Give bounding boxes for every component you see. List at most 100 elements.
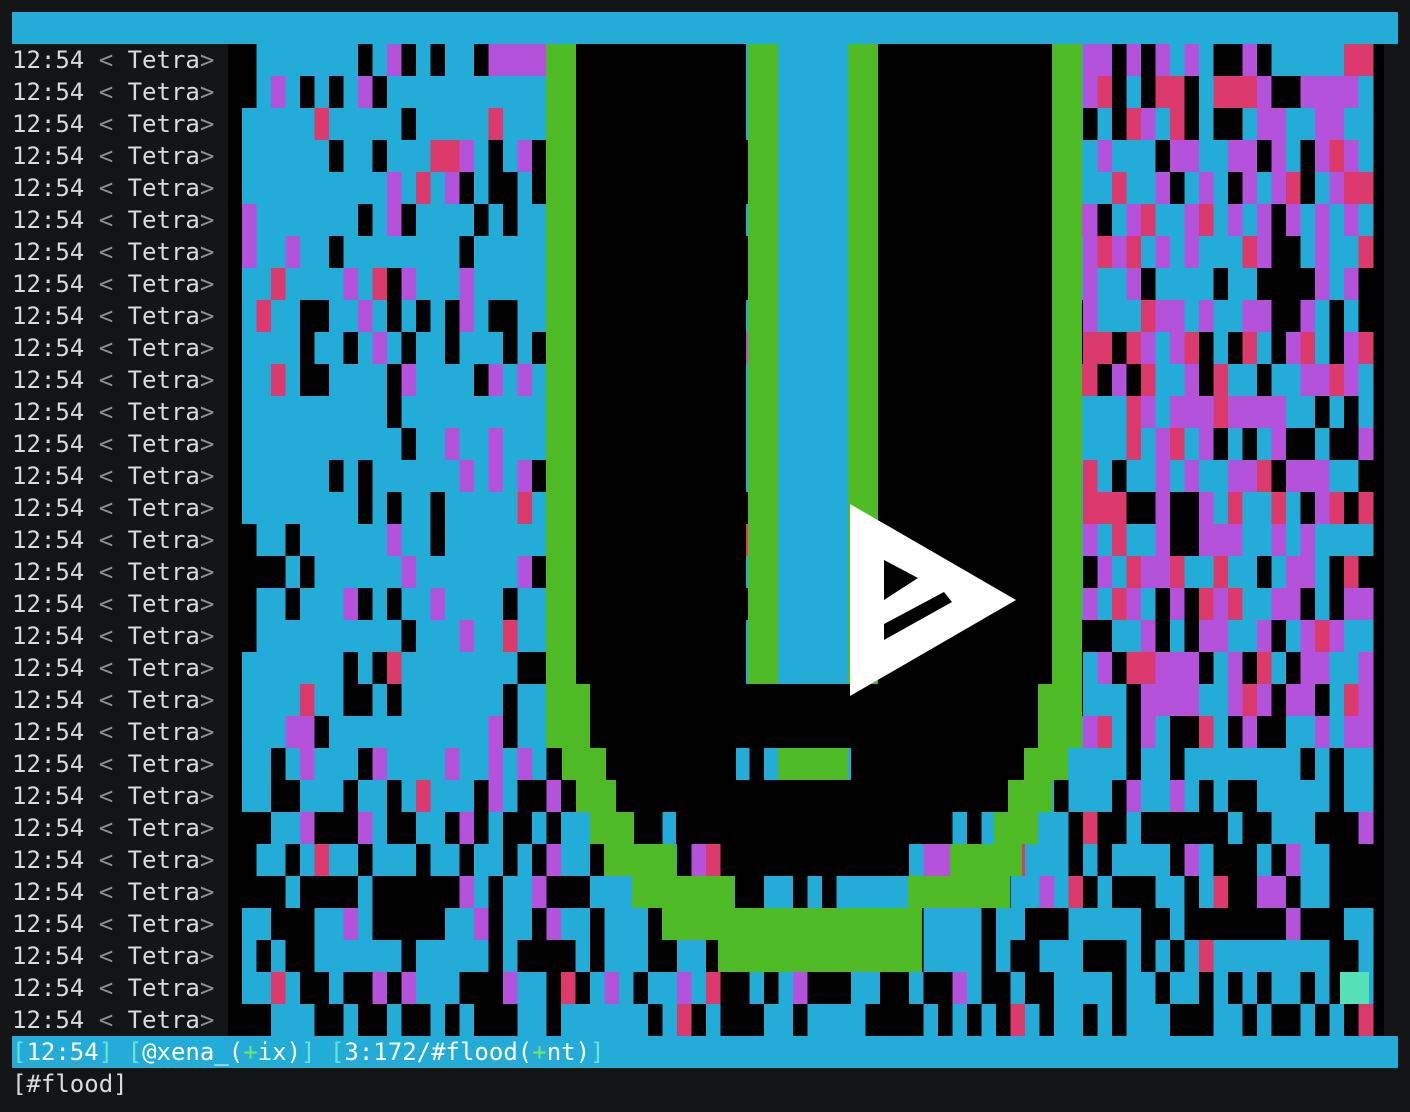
art-cell: [1155, 268, 1171, 300]
art-cell: [474, 908, 489, 940]
nick-bracket-open: <: [84, 78, 128, 106]
chat-nick[interactable]: Tetra: [128, 526, 200, 554]
chat-nick[interactable]: Tetra: [128, 942, 200, 970]
art-cell: [285, 460, 301, 492]
art-cell: [474, 1004, 489, 1036]
chat-nick[interactable]: Tetra: [128, 302, 200, 330]
art-cell: [1257, 844, 1272, 876]
chat-nick[interactable]: Tetra: [128, 846, 200, 874]
chat-nick[interactable]: Tetra: [128, 1006, 200, 1034]
art-cell: [1141, 940, 1156, 972]
art-cell: [343, 492, 359, 524]
art-cell: [1141, 492, 1156, 524]
chat-nick[interactable]: Tetra: [128, 398, 200, 426]
art-cell: [1242, 236, 1258, 268]
art-cell: [256, 524, 272, 556]
art-cell: [1329, 140, 1345, 172]
art-cell: [517, 460, 533, 492]
art-cell: [1112, 684, 1127, 716]
art-cell: [1126, 172, 1142, 204]
chat-nick[interactable]: Tetra: [128, 782, 200, 810]
chat-nick[interactable]: Tetra: [128, 558, 200, 586]
input-line[interactable]: [#flood]: [12, 1068, 1398, 1100]
art-cell: [1097, 620, 1113, 652]
art-cell: [242, 716, 257, 748]
chat-nick[interactable]: Tetra: [128, 238, 200, 266]
art-cell: [1155, 972, 1171, 1004]
u-curve-step: [1038, 684, 1082, 748]
art-cell: [1315, 908, 1330, 940]
art-cell: [1300, 44, 1316, 76]
art-cell: [329, 460, 344, 492]
art-cell: [1286, 108, 1301, 140]
art-cell: [1083, 652, 1098, 684]
art-cell: [271, 876, 286, 908]
chat-nick[interactable]: Tetra: [128, 462, 200, 490]
nick-bracket-open: <: [84, 46, 128, 74]
u-curve-step: [994, 812, 1038, 844]
art-cell: [416, 108, 431, 140]
chat-nick[interactable]: Tetra: [128, 206, 200, 234]
art-cell: [474, 684, 489, 716]
chat-nick[interactable]: Tetra: [128, 590, 200, 618]
art-cell: [1257, 172, 1272, 204]
art-cell: [1329, 108, 1345, 140]
chat-nick[interactable]: Tetra: [128, 366, 200, 394]
chat-nick[interactable]: Tetra: [128, 142, 200, 170]
art-cell: [1344, 76, 1359, 108]
chat-log[interactable]: 12:54 < Tetra> 12:54 < Tetra> 12:54 < Tetr…: [12, 44, 228, 1036]
art-cell: [343, 716, 359, 748]
art-cell: [300, 844, 315, 876]
art-cell: [372, 940, 388, 972]
art-cell: [1170, 460, 1185, 492]
chat-nick[interactable]: Tetra: [128, 430, 200, 458]
chat-nick[interactable]: Tetra: [128, 174, 200, 202]
chat-nick[interactable]: Tetra: [128, 622, 200, 650]
art-cell: [300, 460, 315, 492]
chat-nick[interactable]: Tetra: [128, 750, 200, 778]
art-cell: [503, 76, 518, 108]
chat-nick[interactable]: Tetra: [128, 78, 200, 106]
art-cell: [488, 108, 504, 140]
chat-nick[interactable]: Tetra: [128, 654, 200, 682]
art-cell: [372, 716, 388, 748]
art-cell: [445, 972, 460, 1004]
art-cell: [1184, 364, 1200, 396]
art-cell: [1141, 556, 1156, 588]
art-cell: [1199, 908, 1214, 940]
art-cell: [836, 972, 852, 1004]
chat-nick[interactable]: Tetra: [128, 910, 200, 938]
art-cell: [575, 940, 591, 972]
chat-nick[interactable]: Tetra: [128, 46, 200, 74]
art-cell: [445, 44, 460, 76]
art-cell: [532, 876, 547, 908]
art-cell: [271, 140, 286, 172]
chat-nick[interactable]: Tetra: [128, 686, 200, 714]
art-cell: [1097, 940, 1113, 972]
chat-nick[interactable]: Tetra: [128, 494, 200, 522]
art-cell: [1242, 876, 1258, 908]
art-cell: [430, 652, 446, 684]
chat-line: 12:54 < Tetra>: [12, 940, 228, 972]
art-cell: [1184, 460, 1200, 492]
art-cell: [590, 1004, 605, 1036]
art-cell: [517, 812, 533, 844]
chat-nick[interactable]: Tetra: [128, 718, 200, 746]
art-cell: [459, 172, 475, 204]
art-cell: [996, 1004, 1011, 1036]
art-cell: [416, 620, 431, 652]
chat-nick[interactable]: Tetra: [128, 334, 200, 362]
chat-nick[interactable]: Tetra: [128, 974, 200, 1002]
art-cell: [430, 172, 446, 204]
chat-nick[interactable]: Tetra: [128, 270, 200, 298]
art-cell: [517, 300, 533, 332]
art-cell: [416, 844, 431, 876]
art-cell: [1184, 556, 1200, 588]
chat-nick[interactable]: Tetra: [128, 878, 200, 906]
art-cell: [1344, 268, 1359, 300]
chat-nick[interactable]: Tetra: [128, 814, 200, 842]
nick-bracket-open: <: [84, 494, 128, 522]
art-cell: [1170, 972, 1185, 1004]
chat-nick[interactable]: Tetra: [128, 110, 200, 138]
art-cell: [1097, 748, 1113, 780]
